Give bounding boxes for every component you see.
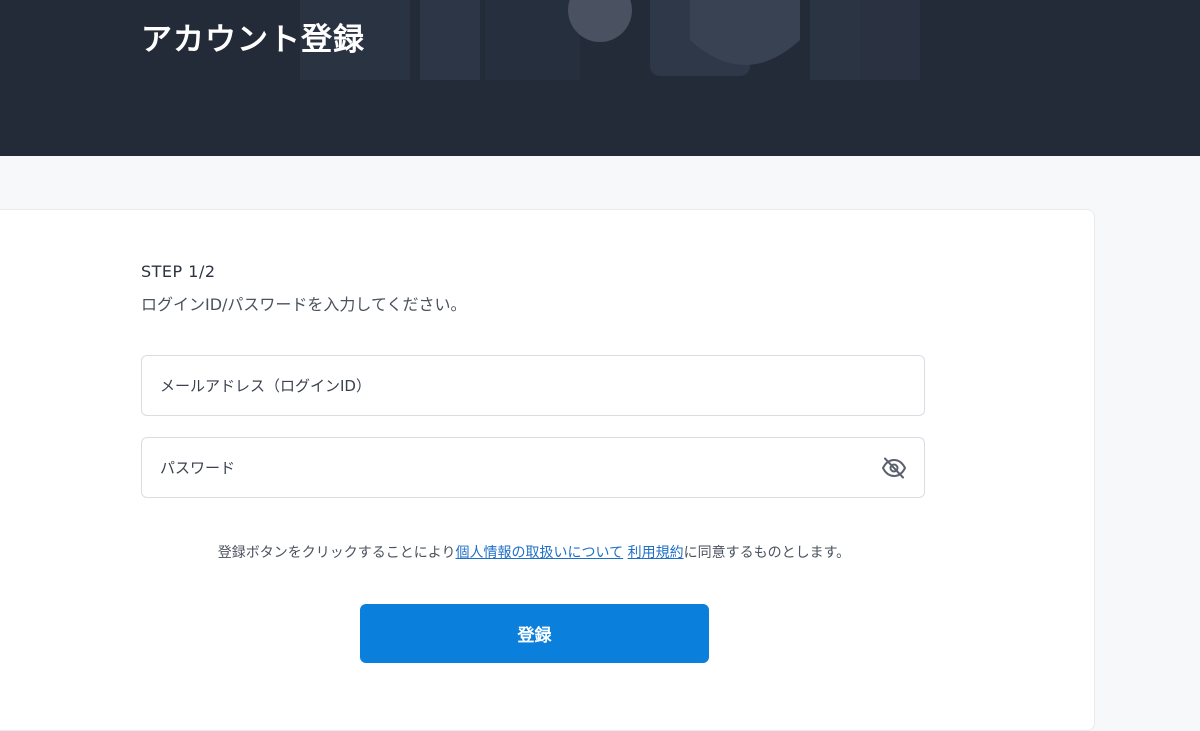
step-indicator: STEP 1/2 — [141, 262, 216, 281]
register-button[interactable]: 登録 — [360, 604, 709, 663]
privacy-policy-link[interactable]: 個人情報の取扱いについて — [456, 545, 624, 561]
eye-off-icon[interactable] — [881, 456, 907, 480]
page-header: アカウント登録 — [0, 0, 1200, 156]
password-field — [141, 437, 925, 498]
consent-suffix: に同意するものとします。 — [683, 545, 851, 561]
header-decoration — [300, 0, 920, 80]
email-input[interactable] — [142, 356, 924, 415]
consent-text: 登録ボタンをクリックすることにより個人情報の取扱いについて 利用規約に同意するも… — [141, 542, 927, 564]
consent-prefix: 登録ボタンをクリックすることにより — [217, 545, 456, 561]
terms-of-service-link[interactable]: 利用規約 — [628, 545, 684, 561]
form-instruction: ログインID/パスワードを入力してください。 — [141, 295, 467, 314]
page-title: アカウント登録 — [141, 22, 365, 58]
password-input[interactable] — [142, 438, 924, 497]
email-field — [141, 355, 925, 416]
